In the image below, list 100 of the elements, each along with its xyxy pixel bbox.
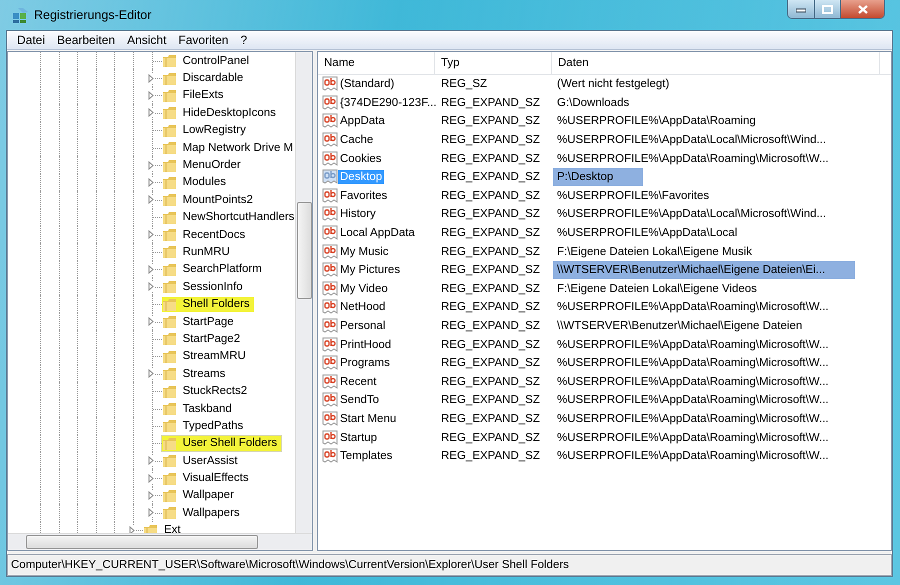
tree-item[interactable]: SearchPlatform [162, 262, 266, 277]
maximize-icon [822, 4, 833, 14]
expand-arrow-icon[interactable] [148, 90, 155, 100]
string-value-icon [322, 188, 338, 204]
value-name[interactable]: My Music [338, 244, 391, 259]
tree-item[interactable]: VisualEffects [162, 470, 253, 486]
value-name[interactable]: PrintHood [338, 338, 394, 352]
tree-item[interactable]: LowRegistry [162, 122, 250, 138]
horizontal-scrollbar[interactable] [8, 533, 312, 550]
value-name[interactable]: History [338, 207, 378, 222]
expand-arrow-icon[interactable] [148, 508, 155, 518]
folder-icon [162, 140, 177, 156]
value-name[interactable]: Startup [338, 430, 380, 445]
value-name[interactable]: Local AppData [338, 226, 417, 240]
expand-arrow-icon[interactable] [148, 456, 155, 466]
tree-item[interactable]: StartPage [162, 314, 238, 330]
string-value-icon [322, 374, 338, 390]
expand-arrow-icon[interactable] [148, 282, 155, 292]
menu-item[interactable]: Bearbeiten [51, 33, 122, 47]
tree-item[interactable]: UserAssist [162, 453, 242, 468]
expand-arrow-icon[interactable] [148, 264, 155, 274]
tree-item[interactable]: Streams [162, 366, 230, 382]
string-value-icon [322, 318, 338, 334]
folder-icon [162, 384, 177, 399]
value-name[interactable]: (Standard) [338, 77, 396, 92]
minimize-button[interactable] [788, 0, 814, 18]
tree-item[interactable]: RecentDocs [162, 227, 250, 242]
folder-icon [162, 453, 177, 468]
value-data: G:\Downloads [556, 96, 630, 110]
menu-item[interactable]: ? [234, 33, 254, 47]
expand-arrow-icon[interactable] [148, 178, 155, 187]
menu-item[interactable]: Datei [11, 33, 52, 47]
expand-arrow-icon[interactable] [148, 108, 155, 118]
value-type: REG_EXPAND_SZ [441, 412, 540, 425]
value-name[interactable]: {374DE290-123F... [338, 96, 439, 110]
tree-item[interactable]: SessionInfo [162, 279, 247, 294]
tree-item[interactable]: FileExts [162, 88, 228, 103]
string-value-icon [322, 150, 338, 167]
value-name[interactable]: AppData [338, 114, 387, 128]
expand-arrow-icon[interactable] [148, 160, 155, 170]
tree-item[interactable]: NewShortcutHandlers [162, 210, 295, 225]
column-header[interactable]: Daten [552, 52, 880, 74]
value-name[interactable]: NetHood [338, 300, 388, 314]
folder-icon [162, 244, 177, 260]
value-name[interactable]: Favorites [338, 188, 390, 203]
menu-item[interactable]: Ansicht [121, 33, 172, 47]
tree-item[interactable]: StreamMRU [162, 348, 250, 364]
tree-item[interactable]: Shell Folders [162, 296, 254, 312]
value-type: REG_SZ [441, 78, 488, 90]
expand-arrow-icon[interactable] [148, 490, 155, 500]
folder-icon [142, 522, 158, 533]
maximize-button[interactable] [814, 0, 840, 18]
string-value-icon [322, 336, 338, 353]
tree-item[interactable]: ControlPanel [162, 53, 254, 68]
expand-arrow-icon[interactable] [148, 474, 155, 483]
tree-item[interactable]: User Shell Folders [162, 436, 282, 451]
tree-item[interactable]: Map Network Drive M [162, 140, 295, 156]
column-header[interactable]: Typ [435, 52, 552, 74]
tree-item[interactable]: Modules [162, 174, 230, 190]
value-name[interactable]: Personal [338, 319, 388, 334]
vertical-scrollbar[interactable] [295, 52, 312, 533]
string-value-icon [322, 355, 338, 372]
expand-arrow-icon[interactable] [128, 526, 136, 533]
string-value-icon [322, 169, 338, 186]
value-data: %USERPROFILE%\AppData\Roaming\Microsoft\W... [556, 412, 830, 426]
value-name[interactable]: My Pictures [338, 263, 402, 278]
value-name[interactable]: Cache [338, 133, 376, 148]
folder-icon [162, 192, 177, 208]
expand-arrow-icon[interactable] [148, 369, 155, 378]
value-name[interactable]: Programs [338, 356, 392, 370]
tree-item[interactable]: RunMRU [162, 244, 234, 260]
menu-item[interactable]: Favoriten [172, 33, 234, 47]
value-name[interactable]: SendTo [338, 393, 382, 408]
tree-item[interactable]: StartPage2 [162, 331, 244, 346]
value-data: \\WTSERVER\Benutzer\Michael\Eigene Dateien\Ei... [553, 261, 856, 280]
expand-arrow-icon[interactable] [148, 317, 155, 326]
value-name[interactable]: Cookies [338, 152, 384, 166]
tree-item[interactable]: StuckRects2 [162, 384, 252, 399]
tree-item[interactable]: Taskband [162, 401, 236, 416]
tree-item[interactable]: Wallpapers [162, 505, 244, 520]
column-header[interactable]: Name [318, 52, 435, 74]
tree-item[interactable]: Wallpaper [162, 488, 238, 503]
string-value-icon [322, 410, 338, 427]
value-name[interactable]: Recent [338, 374, 378, 389]
expand-arrow-icon[interactable] [148, 74, 155, 83]
tree-item[interactable]: Discardable [162, 70, 248, 86]
tree-item[interactable]: HideDesktopIcons [162, 105, 280, 120]
close-button[interactable] [840, 0, 884, 18]
value-name[interactable]: My Video [338, 282, 390, 296]
string-value-icon [322, 94, 338, 111]
value-name[interactable]: Start Menu [338, 412, 398, 426]
tree-item[interactable]: MountPoints2 [162, 192, 257, 208]
expand-arrow-icon[interactable] [148, 230, 155, 240]
string-value-icon [322, 244, 338, 260]
value-data: %USERPROFILE%\AppData\Roaming [556, 114, 757, 128]
value-type: REG_EXPAND_SZ [441, 171, 540, 184]
expand-arrow-icon[interactable] [148, 195, 155, 204]
tree-item[interactable]: MenuOrder [162, 158, 245, 173]
tree-item[interactable]: TypedPaths [162, 418, 248, 434]
value-name[interactable]: Templates [338, 449, 394, 464]
